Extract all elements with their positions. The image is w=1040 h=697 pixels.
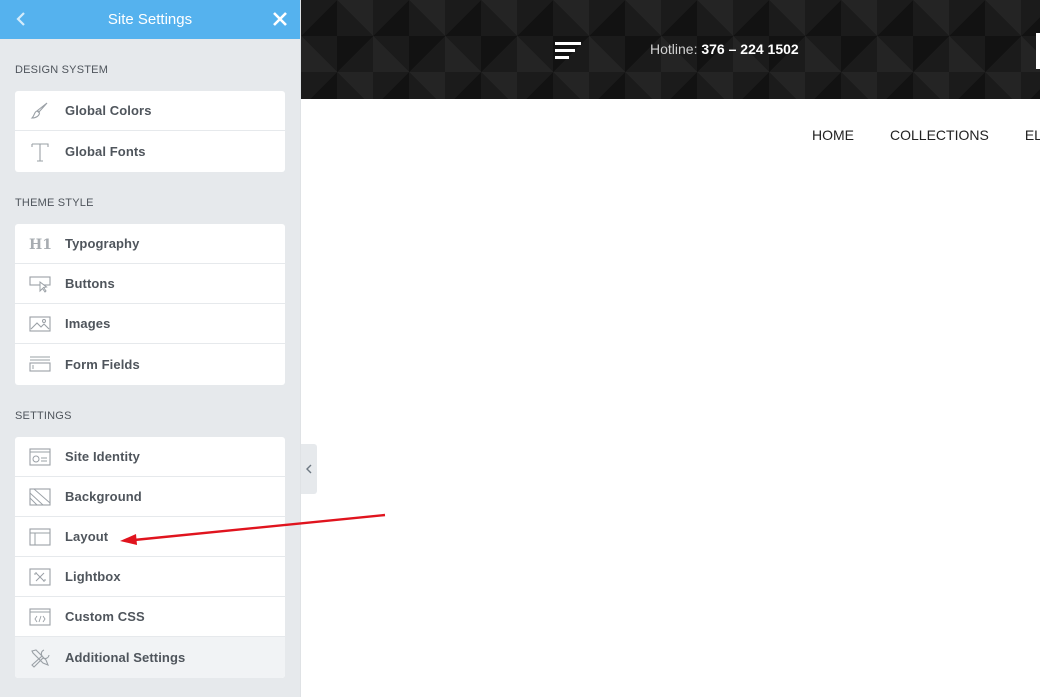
header-button-edge[interactable] (1036, 33, 1040, 69)
site-navigation: HOME COLLECTIONS ELEMENTS (301, 110, 1040, 150)
theme-style-card: H1 Typography Buttons Images Form Fields (15, 224, 285, 385)
sidebar-item-buttons[interactable]: Buttons (15, 264, 285, 304)
chevron-left-icon (16, 12, 25, 26)
site-identity-icon (29, 446, 51, 468)
chevron-left-icon (305, 464, 311, 474)
sidebar-item-label: Additional Settings (65, 650, 186, 665)
hotline-number[interactable]: 376 – 224 1502 (701, 41, 798, 57)
close-icon (273, 12, 287, 26)
button-cursor-icon (29, 273, 51, 295)
h1-heading-icon: H1 (29, 233, 51, 255)
sidebar-item-custom-css[interactable]: Custom CSS (15, 597, 285, 637)
layout-icon (29, 526, 51, 548)
sidebar-item-label: Background (65, 489, 142, 504)
nav-elements[interactable]: ELEMENTS (1025, 127, 1040, 143)
panel-header: Site Settings (0, 0, 300, 39)
sidebar-item-label: Global Colors (65, 103, 152, 118)
sidebar-item-label: Global Fonts (65, 144, 146, 159)
form-field-icon (29, 354, 51, 376)
image-icon (29, 313, 51, 335)
brush-icon (29, 100, 51, 122)
sidebar-item-images[interactable]: Images (15, 304, 285, 344)
section-title-theme-style: THEME STYLE (15, 197, 94, 209)
sidebar-item-label: Buttons (65, 276, 115, 291)
settings-card: Site Identity Background Layout Lightbox… (15, 437, 285, 678)
sidebar-item-label: Lightbox (65, 569, 121, 584)
back-button[interactable] (12, 9, 30, 29)
preview-divider (300, 0, 301, 697)
sidebar-item-label: Custom CSS (65, 609, 145, 624)
sidebar-item-label: Typography (65, 236, 140, 251)
close-button[interactable] (270, 9, 290, 29)
typeface-t-icon (29, 141, 51, 163)
nav-home[interactable]: HOME (812, 127, 854, 143)
sidebar-item-lightbox[interactable]: Lightbox (15, 557, 285, 597)
sidebar-item-additional-settings[interactable]: Additional Settings (15, 637, 285, 678)
sidebar-item-global-fonts[interactable]: Global Fonts (15, 131, 285, 172)
section-title-design-system: DESIGN SYSTEM (15, 64, 109, 76)
section-title-settings: SETTINGS (15, 410, 72, 422)
hamburger-menu-icon[interactable] (555, 42, 581, 60)
design-system-card: Global Colors Global Fonts (15, 91, 285, 172)
sidebar-item-label: Layout (65, 529, 109, 544)
lightbox-icon (29, 566, 51, 588)
svg-text:H1: H1 (29, 237, 51, 252)
annotation-arrow (120, 513, 386, 545)
sidebar-item-global-colors[interactable]: Global Colors (15, 91, 285, 131)
sidebar-item-label: Form Fields (65, 357, 140, 372)
site-header: Hotline: 376 – 224 1502 (301, 0, 1040, 99)
collapse-panel-button[interactable] (300, 444, 317, 494)
hotline: Hotline: 376 – 224 1502 (650, 41, 799, 57)
hotline-label: Hotline: (650, 41, 698, 57)
sidebar-item-site-identity[interactable]: Site Identity (15, 437, 285, 477)
sidebar-item-label: Site Identity (65, 449, 140, 464)
site-settings-panel: Site Settings DESIGN SYSTEM Global Color… (0, 0, 300, 697)
panel-title: Site Settings (107, 11, 193, 28)
background-icon (29, 486, 51, 508)
sidebar-item-form-fields[interactable]: Form Fields (15, 344, 285, 385)
custom-css-icon (29, 606, 51, 628)
sidebar-item-typography[interactable]: H1 Typography (15, 224, 285, 264)
sidebar-item-label: Images (65, 316, 111, 331)
nav-collections[interactable]: COLLECTIONS (890, 127, 989, 143)
tools-icon (29, 647, 51, 669)
